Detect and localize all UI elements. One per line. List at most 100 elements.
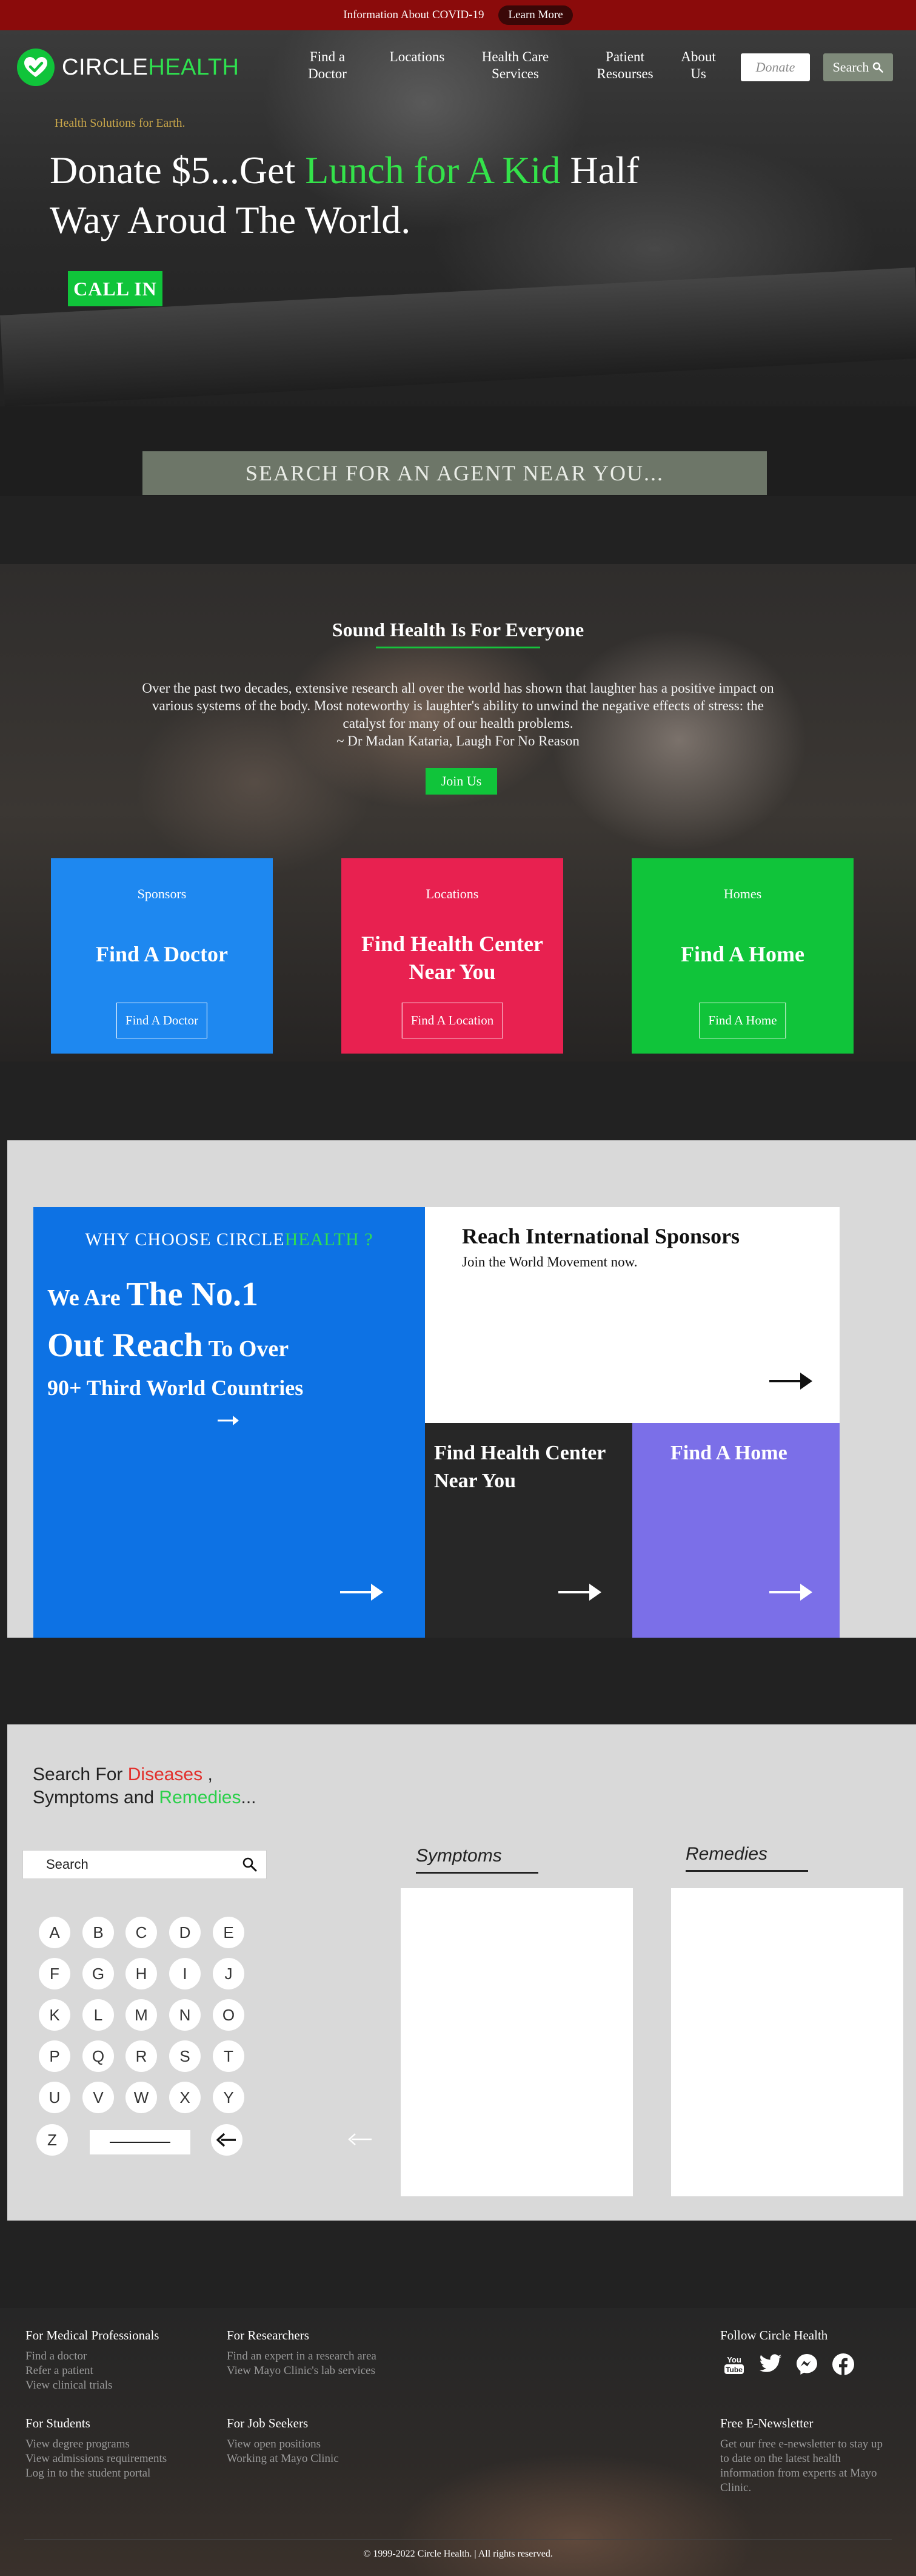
remedies-panel[interactable]	[671, 1888, 903, 2196]
letter-key[interactable]: M	[125, 1999, 157, 2031]
letter-key[interactable]: A	[39, 1917, 70, 1948]
letter-key[interactable]: D	[169, 1917, 201, 1948]
hero-headline: Donate $5...Get Lunch for A Kid Half Way…	[50, 149, 640, 241]
agent-search-bar[interactable]: SEARCH FOR AN AGENT NEAR YOU...	[142, 451, 767, 495]
covid-banner: Information About COVID-19 Learn More	[0, 0, 916, 30]
symptoms-heading: Symptoms	[416, 1846, 502, 1866]
footer-link[interactable]: View open positions	[227, 2437, 339, 2452]
card-title: Find Health Center Near You	[361, 932, 543, 984]
letter-key[interactable]: G	[82, 1958, 114, 1989]
footer-link[interactable]: Log in to the student portal	[25, 2466, 167, 2481]
symptoms-panel[interactable]	[401, 1888, 633, 2196]
letter-key[interactable]: H	[125, 1958, 157, 1989]
card-category: Homes	[723, 886, 762, 901]
find-home-title: Find A Home	[670, 1442, 787, 1464]
letter-key[interactable]: Q	[82, 2040, 114, 2072]
arrow-left-icon[interactable]	[348, 2133, 372, 2146]
letter-key[interactable]: C	[125, 1917, 157, 1948]
hero-tagline: Health Solutions for Earth.	[55, 116, 186, 130]
twitter-icon[interactable]	[758, 2352, 783, 2377]
footer-links-medical: Find a doctor Refer a patient View clini…	[25, 2349, 112, 2393]
learn-more-button[interactable]: Learn More	[498, 5, 573, 25]
footer-link[interactable]: Refer a patient	[25, 2364, 112, 2378]
arrow-right-icon[interactable]	[217, 1414, 240, 1427]
copyright-text: © 1999-2022 Circle Health. | All rights …	[363, 2549, 553, 2559]
letter-key[interactable]: W	[125, 2082, 157, 2113]
letter-key[interactable]: R	[125, 2040, 157, 2072]
footer-link[interactable]: Working at Mayo Clinic	[227, 2452, 339, 2466]
letter-key[interactable]: Y	[213, 2082, 244, 2113]
arrow-right-icon[interactable]	[769, 1371, 814, 1391]
letter-key[interactable]: J	[213, 1958, 244, 1989]
find-location-button[interactable]: Find A Location	[401, 1003, 503, 1038]
search-icon[interactable]	[242, 1857, 258, 1872]
nav-locations[interactable]: Locations	[381, 49, 453, 66]
card-find-location: Locations Find Health Center Near You Fi…	[341, 858, 563, 1054]
footer-heading-students: For Students	[25, 2416, 90, 2430]
letter-key[interactable]: B	[82, 1917, 114, 1948]
nav-about-us[interactable]: About Us	[674, 49, 723, 82]
letter-key[interactable]: S	[169, 2040, 201, 2072]
footer-link[interactable]: Find an expert in a research area	[227, 2349, 376, 2364]
card-title: Find A Home	[680, 942, 805, 966]
youtube-icon[interactable]: You Tube	[721, 2352, 747, 2377]
svg-text:Tube: Tube	[726, 2366, 743, 2374]
quote-text: Over the past two decades, extensive res…	[142, 681, 774, 731]
letter-key[interactable]: L	[82, 1999, 114, 2031]
space-key[interactable]	[90, 2130, 190, 2154]
letter-key[interactable]: X	[169, 2082, 201, 2113]
disease-search-input[interactable]: Search	[22, 1850, 267, 1879]
facebook-icon[interactable]	[831, 2352, 856, 2377]
footer-heading-jobseekers: For Job Seekers	[227, 2416, 309, 2430]
nav-health-care-services[interactable]: Health Care Services	[470, 49, 561, 82]
card-category: Sponsors	[137, 886, 187, 901]
search-placeholder: Search	[46, 1857, 89, 1872]
social-links: You Tube	[721, 2352, 856, 2377]
svg-text:You: You	[727, 2355, 741, 2364]
letter-key[interactable]: T	[213, 2040, 244, 2072]
remedies-underline	[686, 1870, 808, 1872]
footer-link[interactable]: View clinical trials	[25, 2378, 112, 2393]
join-us-button[interactable]: Join Us	[426, 768, 497, 795]
sound-health-title: Sound Health Is For Everyone	[332, 619, 584, 641]
quote-attribution: ~ Dr Madan Kataria, Laugh For No Reason	[336, 733, 580, 748]
footer-link[interactable]: View admissions requirements	[25, 2452, 167, 2466]
card-title: Find A Doctor	[95, 942, 228, 966]
footer-follow-heading: Follow Circle Health	[720, 2328, 828, 2342]
arrow-left-icon	[216, 2133, 236, 2147]
letter-key[interactable]: I	[169, 1958, 201, 1989]
letter-key[interactable]: Z	[36, 2124, 68, 2156]
letter-key[interactable]: F	[39, 1958, 70, 1989]
letter-key[interactable]: P	[39, 2040, 70, 2072]
find-doctor-button[interactable]: Find A Doctor	[116, 1003, 208, 1038]
messenger-icon[interactable]	[794, 2352, 820, 2377]
donate-button[interactable]: Donate	[741, 53, 810, 81]
letter-key[interactable]: V	[82, 2082, 114, 2113]
letter-key[interactable]: K	[39, 1999, 70, 2031]
backspace-key[interactable]	[211, 2124, 242, 2156]
health-quote: Over the past two decades, extensive res…	[139, 679, 777, 750]
footer-link[interactable]: Find a doctor	[25, 2349, 112, 2364]
nav-find-doctor[interactable]: Find a Doctor	[300, 49, 355, 82]
call-in-button[interactable]: CALL IN	[68, 271, 162, 306]
letter-key[interactable]: U	[39, 2082, 70, 2113]
letter-key[interactable]: O	[213, 1999, 244, 2031]
arrow-right-icon[interactable]	[769, 1582, 814, 1602]
find-home-button[interactable]: Find A Home	[699, 1003, 786, 1038]
footer-link[interactable]: View degree programs	[25, 2437, 167, 2452]
footer-heading-medical: For Medical Professionals	[25, 2328, 159, 2342]
footer-newsletter-heading: Free E-Newsletter	[720, 2416, 814, 2430]
hero-section	[0, 30, 916, 496]
footer-links-researchers: Find an expert in a research area View M…	[227, 2349, 376, 2378]
disease-search-title: Search For Diseases , Symptoms and Remed…	[33, 1764, 256, 1808]
nav-patient-resources[interactable]: Patient Resourses	[586, 49, 664, 82]
card-find-doctor: Sponsors Find A Doctor Find A Doctor	[51, 858, 273, 1054]
search-button[interactable]: Search	[823, 53, 893, 81]
arrow-right-icon[interactable]	[558, 1582, 603, 1602]
arrow-right-icon[interactable]	[339, 1582, 384, 1602]
find-health-center-title: Find Health Center Near You	[434, 1442, 606, 1492]
footer-link[interactable]: View Mayo Clinic's lab services	[227, 2364, 376, 2378]
letter-key[interactable]: E	[213, 1917, 244, 1948]
why-choose-body: We Are The No.1 Out Reach To Over 90+ Th…	[47, 1276, 304, 1400]
letter-key[interactable]: N	[169, 1999, 201, 2031]
